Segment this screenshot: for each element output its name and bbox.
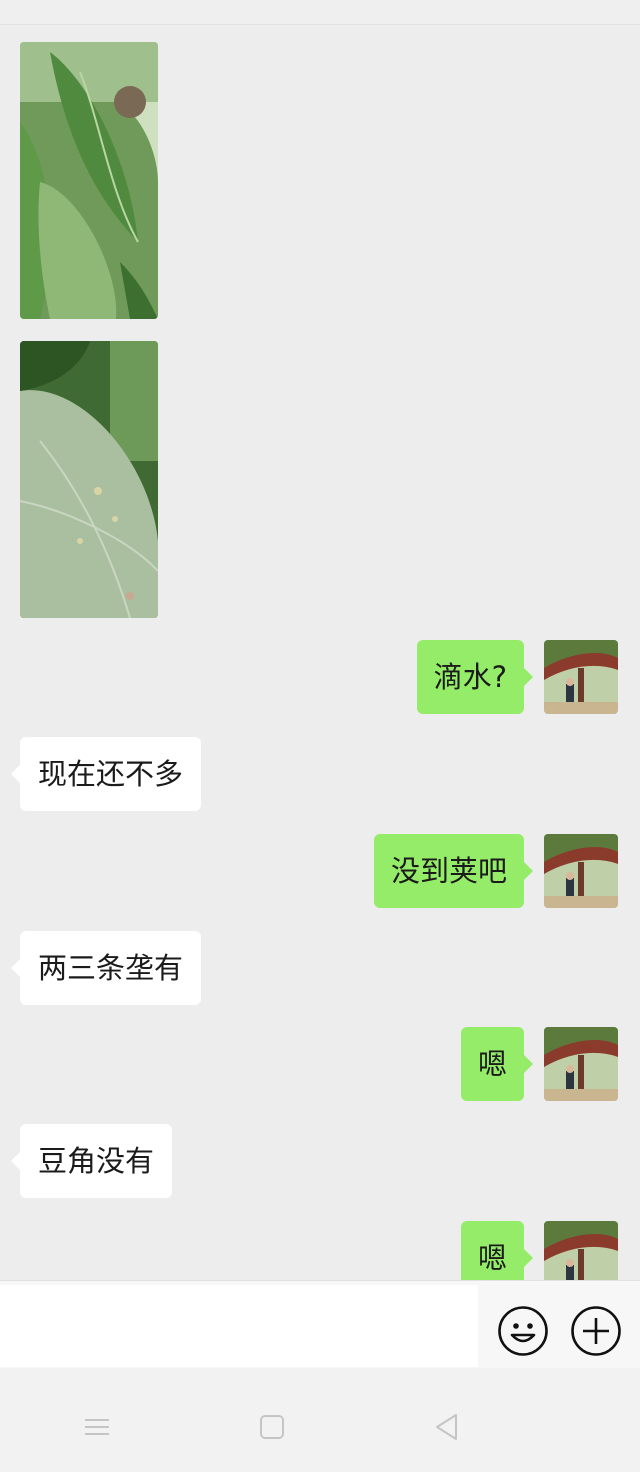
message-row: 豆角没有 [0, 1124, 640, 1198]
plus-icon [571, 1306, 621, 1356]
message-input[interactable] [0, 1285, 478, 1367]
incoming-message-bubble[interactable]: 现在还不多 [10, 737, 202, 811]
more-button[interactable] [570, 1305, 622, 1357]
back-button[interactable] [432, 1412, 462, 1442]
message-row: 滴水? [0, 640, 640, 714]
home-icon [260, 1415, 284, 1439]
menu-icon [85, 1419, 109, 1435]
message-row: 嗯 [0, 1221, 640, 1280]
outgoing-message-bubble[interactable]: 没到荚吧 [373, 834, 534, 908]
home-button[interactable] [257, 1412, 287, 1442]
emoji-icon [498, 1306, 548, 1356]
back-icon [436, 1414, 457, 1440]
avatar[interactable] [544, 640, 618, 714]
incoming-message-bubble[interactable]: 豆角没有 [10, 1124, 173, 1198]
message-row: 现在还不多 [0, 737, 640, 811]
message-row: 没到荚吧 [0, 834, 640, 908]
outgoing-message-bubble[interactable]: 嗯 [460, 1221, 534, 1280]
chat-area[interactable]: 滴水? 现在还不多 没到荚吧 两三条垄有 嗯 豆角没有 嗯 [0, 0, 640, 1280]
message-row: 两三条垄有 [0, 931, 640, 1005]
avatar[interactable] [544, 1221, 618, 1280]
avatar[interactable] [544, 1027, 618, 1101]
leaf-photo-2[interactable] [20, 341, 158, 618]
incoming-message-bubble[interactable]: 两三条垄有 [10, 931, 202, 1005]
menu-button[interactable] [82, 1412, 112, 1442]
emoji-button[interactable] [497, 1305, 549, 1357]
outgoing-message-bubble[interactable]: 滴水? [416, 640, 534, 714]
leaf-photo-1[interactable] [20, 42, 158, 319]
message-row: 嗯 [0, 1027, 640, 1101]
outgoing-message-bubble[interactable]: 嗯 [460, 1027, 534, 1101]
avatar[interactable] [544, 834, 618, 908]
